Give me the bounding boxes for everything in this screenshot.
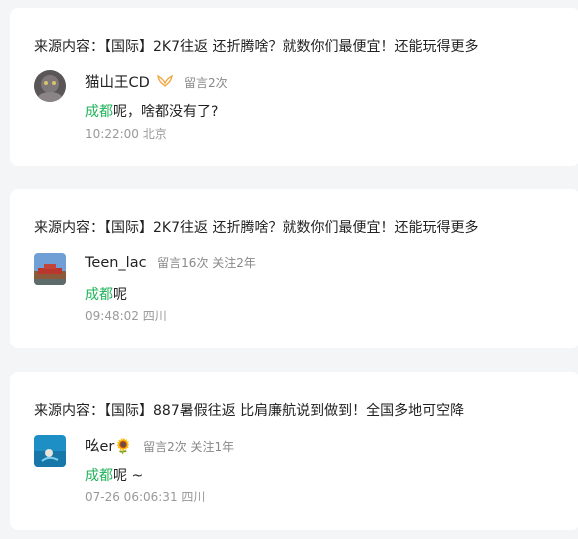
comment-text: 成都呢，啥都没有了?: [85, 101, 218, 121]
username[interactable]: 吆er: [85, 439, 114, 455]
vip-wings-icon: [157, 74, 174, 92]
source-content[interactable]: 来源内容：【国际】2K7往返 还折腾啥？就数你们最便宜！还能玩得更多: [34, 217, 478, 237]
keyword-highlight: 成都: [85, 287, 113, 303]
user-meta: 留言2次: [184, 76, 228, 90]
comment-card: 来源内容：【国际】887暑假往返 比肩廉航说到做到！全国多地可空降 吆er🌻 留…: [10, 372, 578, 530]
source-content[interactable]: 来源内容：【国际】2K7往返 还折腾啥？就数你们最便宜！还能玩得更多: [34, 36, 478, 56]
username[interactable]: 猫山王CD: [85, 75, 150, 91]
source-content[interactable]: 来源内容：【国际】887暑假往返 比肩廉航说到做到！全国多地可空降: [34, 400, 464, 420]
avatar[interactable]: [34, 435, 66, 467]
avatar[interactable]: [34, 253, 66, 285]
comment-time: 10:22:00 北京: [85, 127, 167, 141]
comment-body: 呢，啥都没有了?: [113, 104, 219, 120]
user-meta: 留言16次 关注2年: [157, 256, 256, 270]
username-row: 吆er🌻 留言2次 关注1年: [85, 435, 234, 456]
comment-text: 成都呢 ~: [85, 465, 143, 485]
avatar[interactable]: [34, 70, 66, 102]
sunflower-icon: 🌻: [114, 439, 133, 455]
comment-time: 07-26 06:06:31 四川: [85, 490, 206, 504]
username[interactable]: Teen_lac: [85, 255, 147, 271]
comment-text: 成都呢: [85, 284, 127, 304]
comment-body: 呢 ~: [113, 468, 144, 484]
comment-time: 09:48:02 四川: [85, 309, 167, 323]
comment-card: 来源内容：【国际】2K7往返 还折腾啥？就数你们最便宜！还能玩得更多 猫山王CD…: [10, 8, 578, 166]
keyword-highlight: 成都: [85, 468, 113, 484]
comment-body: 呢: [113, 287, 127, 303]
username-row: Teen_lac 留言16次 关注2年: [85, 254, 256, 271]
username-row: 猫山王CD 留言2次: [85, 71, 228, 92]
comment-card: 来源内容：【国际】2K7往返 还折腾啥？就数你们最便宜！还能玩得更多 Teen_…: [10, 189, 578, 348]
user-meta: 留言2次 关注1年: [143, 440, 235, 454]
keyword-highlight: 成都: [85, 104, 113, 120]
